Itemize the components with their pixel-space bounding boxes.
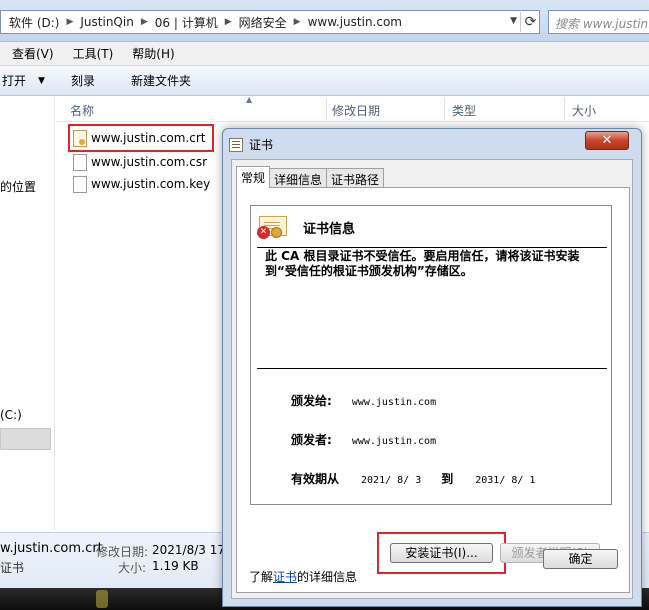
nav-item-selected-bar[interactable] xyxy=(0,428,51,450)
breadcrumb-network-security[interactable]: 网络安全 xyxy=(235,14,291,31)
menu-help[interactable]: 帮助(H) xyxy=(120,45,181,62)
file-icon xyxy=(73,175,87,193)
certificate-info-box: ✕ 证书信息 此 CA 根目录证书不受信任。要启用信任，请将该证书安装到“受信任… xyxy=(250,205,612,505)
dialog-title-bar[interactable]: 证书 xyxy=(229,136,273,153)
navigation-pane: 的位置 (C:) xyxy=(0,96,55,530)
column-divider[interactable] xyxy=(326,98,327,120)
issued-by-value: www.justin.com xyxy=(351,436,437,447)
learn-suffix: 的详细信息 xyxy=(297,570,358,584)
tab-certification-path[interactable]: 证书路径 xyxy=(326,168,385,188)
refresh-icon[interactable]: ⟳ xyxy=(520,12,540,32)
details-file-name: w.justin.com.crt xyxy=(0,541,103,556)
learn-more-text: 了解证书的详细信息 xyxy=(249,568,357,585)
details-modified-value: 2021/8/3 17 xyxy=(152,543,225,557)
menu-tools[interactable]: 工具(T) xyxy=(61,45,121,62)
validity-row: 有效期从 2021/ 8/ 3 到 2031/ 8/ 1 xyxy=(291,470,535,487)
search-input[interactable]: 搜索 www.justin.c... xyxy=(548,10,649,34)
divider xyxy=(257,368,607,369)
burn-button[interactable]: 刻录 xyxy=(69,72,95,89)
column-name[interactable]: 名称 xyxy=(70,102,94,119)
column-modified[interactable]: 修改日期 xyxy=(332,102,380,119)
open-button[interactable]: 打开 xyxy=(0,72,26,89)
chevron-down-icon[interactable]: ▼ xyxy=(510,16,517,26)
taskbar-icon[interactable] xyxy=(96,590,108,608)
certificate-link[interactable]: 证书 xyxy=(273,570,297,584)
nav-item-c-drive[interactable]: (C:) xyxy=(0,408,22,422)
issued-to-row: 颁发给: www.justin.com xyxy=(291,392,436,409)
details-type: 证书 xyxy=(0,561,25,575)
info-heading: 证书信息 xyxy=(303,222,356,237)
tab-panel-general: ✕ 证书信息 此 CA 根目录证书不受信任。要启用信任，请将该证书安装到“受信任… xyxy=(236,187,630,593)
address-bar-area: 软件 (D:) ▶ JustinQin ▶ 06 | 计算机 ▶ 网络安全 ▶ … xyxy=(0,0,649,42)
list-item[interactable]: www.justin.com.key xyxy=(68,173,210,195)
list-item[interactable]: www.justin.com.csr xyxy=(68,151,207,173)
valid-to-value: 2031/ 8/ 1 xyxy=(475,475,536,486)
breadcrumb-justinqin[interactable]: JustinQin xyxy=(76,15,137,29)
dialog-body: 常规 详细信息 证书路径 ✕ 证书信息 此 CA 根目录证书不受信任。要启用信任… xyxy=(231,159,633,599)
menu-bar: 查看(V) 工具(T) 帮助(H) xyxy=(0,42,649,66)
ok-button[interactable]: 确定 xyxy=(543,549,618,569)
chevron-right-icon[interactable]: ▶ xyxy=(138,17,151,27)
certificate-dialog: 证书 ✕ 常规 详细信息 证书路径 ✕ 证书信息 此 CA 根目录证书不受信任。… xyxy=(222,128,642,607)
file-list: www.justin.com.crt www.justin.com.csr ww… xyxy=(56,122,226,532)
untrusted-certificate-icon: ✕ xyxy=(257,216,287,240)
certificate-icon xyxy=(73,129,87,147)
column-header: ▲ 名称 修改日期 类型 大小 xyxy=(56,95,649,122)
sort-up-icon: ▲ xyxy=(246,95,253,104)
dialog-title: 证书 xyxy=(249,138,274,152)
valid-to-label: 到 xyxy=(441,472,454,486)
chevron-right-icon[interactable]: ▶ xyxy=(291,17,304,27)
column-divider[interactable] xyxy=(444,98,445,120)
file-name: www.justin.com.key xyxy=(91,177,211,191)
file-icon xyxy=(73,153,87,171)
issued-by-label: 颁发者: xyxy=(291,433,332,447)
nav-item-location[interactable]: 的位置 xyxy=(0,178,36,195)
trust-warning: 此 CA 根目录证书不受信任。要启用信任，请将该证书安装到“受信任的根证书颁发机… xyxy=(265,249,580,278)
learn-prefix: 了解 xyxy=(249,570,274,584)
menu-view[interactable]: 查看(V) xyxy=(0,45,61,62)
column-type[interactable]: 类型 xyxy=(452,102,476,119)
column-size[interactable]: 大小 xyxy=(572,102,596,119)
details-modified-label: 修改日期: xyxy=(96,545,149,559)
issued-by-row: 颁发者: www.justin.com xyxy=(291,431,436,448)
file-name: www.justin.com.csr xyxy=(91,155,208,169)
install-certificate-button[interactable]: 安装证书(I)... xyxy=(390,543,493,563)
new-folder-button[interactable]: 新建文件夹 xyxy=(129,72,191,89)
divider xyxy=(257,247,607,248)
chevron-right-icon[interactable]: ▶ xyxy=(63,17,76,27)
breadcrumb-drive[interactable]: 软件 (D:) xyxy=(5,14,63,31)
certificate-icon xyxy=(229,137,243,152)
address-bar[interactable]: 软件 (D:) ▶ JustinQin ▶ 06 | 计算机 ▶ 网络安全 ▶ … xyxy=(0,10,540,34)
breadcrumb-current[interactable]: www.justin.com xyxy=(304,15,406,29)
breadcrumb-computer[interactable]: 06 | 计算机 xyxy=(151,14,222,31)
column-divider[interactable] xyxy=(564,98,565,120)
list-item[interactable]: www.justin.com.crt xyxy=(68,124,214,152)
issued-to-value: www.justin.com xyxy=(351,397,437,408)
valid-from-label: 有效期从 xyxy=(291,472,340,486)
close-button[interactable]: ✕ xyxy=(585,131,629,150)
details-size-label: 大小: xyxy=(118,561,147,575)
valid-from-value: 2021/ 8/ 3 xyxy=(361,475,422,486)
tab-strip: 常规 详细信息 证书路径 xyxy=(236,166,385,188)
tab-general[interactable]: 常规 xyxy=(236,166,271,188)
file-name: www.justin.com.crt xyxy=(91,131,206,145)
chevron-down-icon[interactable]: ▼ xyxy=(36,76,45,86)
chevron-right-icon[interactable]: ▶ xyxy=(222,17,235,27)
tab-details[interactable]: 详细信息 xyxy=(269,168,328,188)
issued-to-label: 颁发给: xyxy=(291,394,332,408)
command-bar: 打开 ▼ 刻录 新建文件夹 xyxy=(0,66,649,96)
details-size-value: 1.19 KB xyxy=(152,559,199,573)
